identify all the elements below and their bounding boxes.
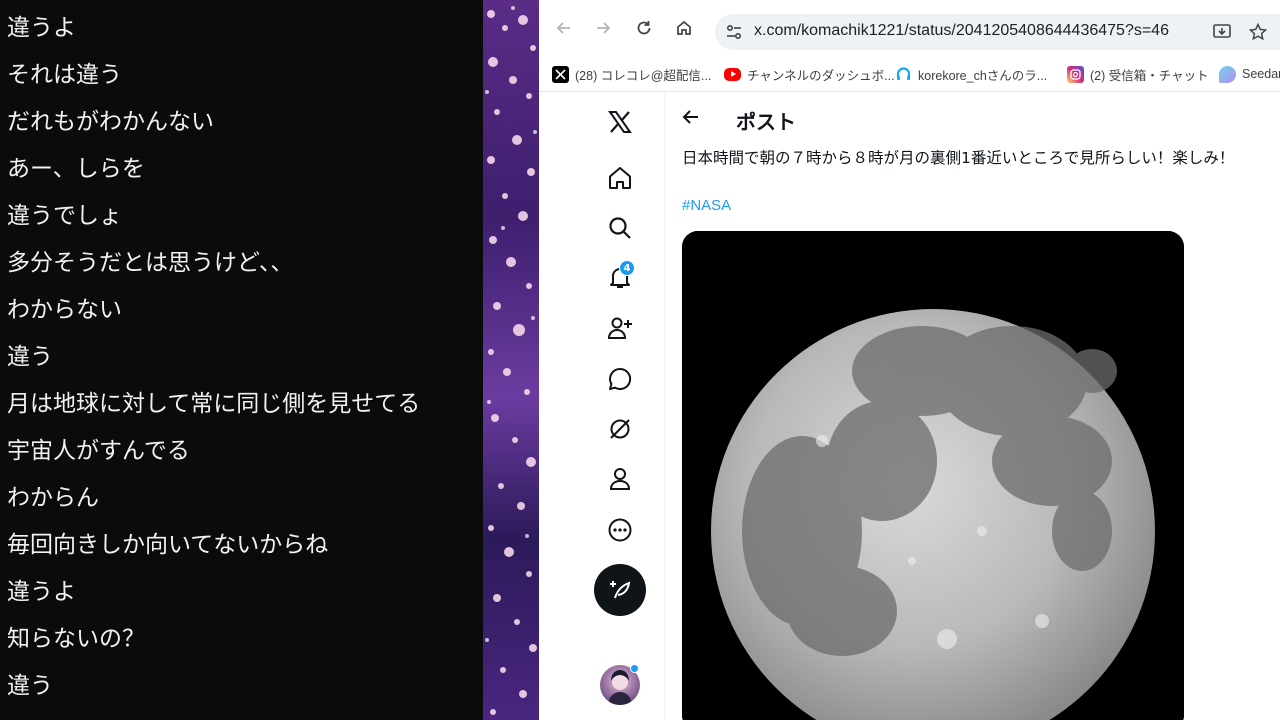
arrow-left-icon	[556, 22, 570, 34]
moon-photo	[682, 231, 1184, 720]
bookmarks-bar: (28) コレコレ@超配信... チャンネルのダッシュボ... korekore…	[539, 56, 1280, 92]
home-button[interactable]	[670, 14, 698, 42]
site-settings-icon[interactable]	[725, 23, 743, 41]
chat-message: それは違う	[7, 62, 122, 88]
instagram-icon	[1067, 65, 1084, 83]
chat-message: 違う	[7, 344, 53, 370]
feather-plus-icon	[610, 581, 631, 599]
page-title: ポスト	[736, 110, 796, 134]
chat-message: 知らないの？	[7, 626, 145, 652]
nav-explore[interactable]	[605, 213, 635, 243]
bookmark-item[interactable]: (2) 受信箱・チャット	[1067, 64, 1209, 84]
compose-post-button[interactable]	[594, 564, 646, 616]
bookmark-label: korekore_chさんのラ...	[918, 68, 1048, 83]
bookmark-label: (2) 受信箱・チャット	[1090, 68, 1209, 83]
post-media-image[interactable]	[682, 231, 1184, 720]
sakura-blossoms-icon	[485, 6, 537, 715]
search-icon	[609, 217, 631, 239]
post-text: 日本時間で朝の７時から８時が月の裏側1番近いところで見所らしい！楽しみ！	[682, 149, 1235, 167]
home-icon	[609, 167, 631, 189]
more-circle-icon	[608, 518, 632, 542]
bookmark-item[interactable]: (28) コレコレ@超配信...	[552, 64, 711, 84]
nav-more[interactable]	[605, 515, 635, 545]
add-user-icon	[607, 317, 632, 339]
bookmark-item[interactable]: korekore_chさんのラ...	[895, 64, 1047, 84]
sakura-background	[483, 0, 539, 720]
chat-message: 違う	[7, 673, 53, 699]
status-dot	[630, 664, 639, 673]
chat-message: 多分そうだとは思うけど、、	[7, 250, 294, 276]
x-sidebar: 4	[539, 93, 665, 720]
chat-message: だれもがわかんない	[7, 109, 214, 135]
browser-toolbar: x.com/komachik1221/status/20412054086444…	[539, 0, 1280, 56]
nav-profile[interactable]	[605, 464, 635, 494]
bookmark-item[interactable]: Seedan	[1219, 64, 1280, 84]
arrow-right-icon	[597, 22, 611, 34]
screen: 違うよ それは違う だれもがわかんない あー、しらを 違うでしょ 多分そうだとは…	[0, 0, 1280, 720]
nav-home[interactable]	[605, 163, 635, 193]
browser-window: x.com/komachik1221/status/20412054086444…	[539, 0, 1280, 720]
grok-icon	[610, 419, 630, 439]
bookmark-item[interactable]: チャンネルのダッシュボ...	[724, 64, 895, 84]
x-logo-link[interactable]	[605, 107, 635, 137]
nav-grok[interactable]	[605, 414, 635, 444]
profile-icon	[609, 468, 631, 490]
chat-message: わからん	[7, 485, 99, 511]
chat-message: あー、しらを	[7, 156, 145, 182]
address-bar[interactable]: x.com/komachik1221/status/20412054086444…	[715, 14, 1280, 50]
nav-messages[interactable]	[605, 364, 635, 394]
forward-button[interactable]	[589, 14, 617, 42]
chat-bubble-icon	[609, 367, 632, 390]
post-detail: ポスト 日本時間で朝の７時から８時が月の裏側1番近いところで見所らしい！楽しみ！…	[665, 93, 1280, 720]
url-text[interactable]: x.com/komachik1221/status/20412054086444…	[754, 22, 1169, 40]
x-logo-icon	[608, 111, 632, 133]
chat-message: 違うよ	[7, 579, 76, 605]
x-icon	[552, 65, 569, 83]
chat-message: 毎回向きしか向いてないからね	[7, 532, 329, 558]
bookmark-star-icon[interactable]	[1248, 22, 1268, 42]
youtube-icon	[724, 67, 741, 81]
post-header: ポスト	[665, 93, 1280, 145]
reload-icon	[637, 21, 651, 35]
home-icon	[677, 20, 691, 35]
headset-icon	[895, 66, 912, 83]
chat-message: わからない	[7, 297, 122, 323]
nav-follow[interactable]	[605, 313, 635, 343]
notification-badge: 4	[619, 260, 635, 276]
hashtag-link[interactable]: #NASA	[682, 197, 731, 214]
chat-message: 違うよ	[7, 15, 76, 41]
chat-message: 違うでしょ	[7, 203, 122, 229]
seed-icon	[1219, 65, 1236, 83]
chat-panel: 違うよ それは違う だれもがわかんない あー、しらを 違うでしょ 多分そうだとは…	[0, 0, 483, 720]
install-app-icon[interactable]	[1212, 22, 1232, 42]
bookmark-label: (28) コレコレ@超配信...	[575, 68, 712, 83]
x-page: 4 ポスト 日本時間で朝の７時から８時が月の裏側1番近いところで見所らしい！楽し…	[539, 93, 1280, 720]
bookmark-label: チャンネルのダッシュボ...	[747, 68, 895, 83]
chat-message: 宇宙人がすんでる	[7, 438, 190, 464]
reload-button[interactable]	[630, 14, 658, 42]
bookmark-label: Seedan	[1242, 67, 1280, 81]
back-button[interactable]	[550, 14, 578, 42]
chat-message: 月は地球に対して常に同じ側を見せてる	[7, 391, 421, 417]
back-arrow-icon[interactable]	[681, 107, 701, 127]
